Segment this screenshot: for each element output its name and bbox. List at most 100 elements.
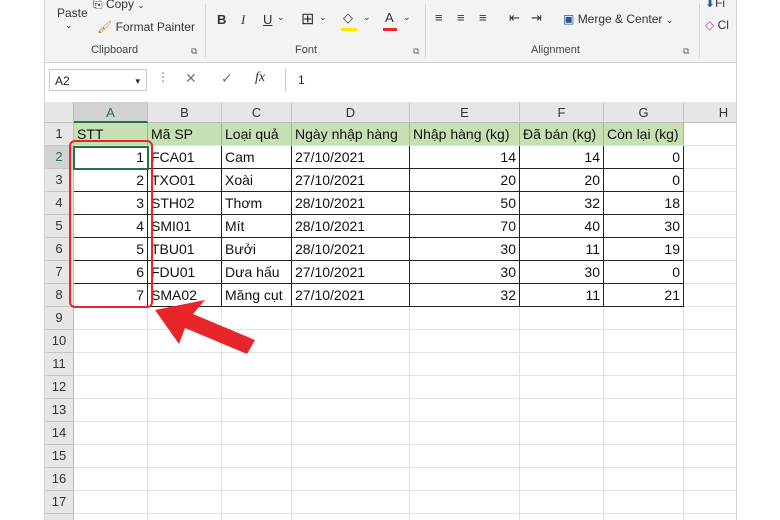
empty-cell[interactable]	[684, 261, 736, 284]
italic-button[interactable]: I	[241, 12, 245, 28]
empty-cell[interactable]	[684, 238, 736, 261]
empty-cell[interactable]	[604, 468, 684, 491]
empty-cell[interactable]	[148, 445, 222, 468]
empty-cell[interactable]	[292, 468, 410, 491]
empty-cell[interactable]	[148, 399, 222, 422]
font-color-dropdown-icon[interactable]: ⌄	[403, 12, 411, 23]
empty-cell[interactable]	[292, 422, 410, 445]
table-cell[interactable]: 6	[74, 261, 148, 284]
empty-cell[interactable]	[74, 353, 148, 376]
empty-cell[interactable]	[292, 399, 410, 422]
table-cell[interactable]: TBU01	[148, 238, 222, 261]
column-header-g[interactable]: G	[604, 102, 684, 123]
row-header-9[interactable]: 9	[45, 307, 74, 330]
empty-cell[interactable]	[222, 445, 292, 468]
table-cell[interactable]: 27/10/2021	[292, 261, 410, 284]
empty-cell[interactable]	[74, 376, 148, 399]
empty-cell[interactable]	[604, 307, 684, 330]
empty-cell[interactable]	[222, 422, 292, 445]
name-box-dropdown-icon[interactable]: ▾	[135, 70, 140, 92]
empty-cell[interactable]	[292, 376, 410, 399]
table-cell[interactable]: 30	[604, 215, 684, 238]
empty-cell[interactable]	[684, 330, 736, 353]
empty-cell[interactable]	[74, 330, 148, 353]
empty-cell[interactable]	[604, 445, 684, 468]
empty-cell[interactable]	[222, 376, 292, 399]
empty-cell[interactable]	[684, 445, 736, 468]
table-cell[interactable]: 27/10/2021	[292, 284, 410, 307]
empty-cell[interactable]	[684, 146, 736, 169]
row-header-13[interactable]: 13	[45, 399, 74, 422]
empty-cell[interactable]	[604, 514, 684, 520]
table-cell[interactable]: 30	[410, 261, 520, 284]
table-cell[interactable]: FCA01	[148, 146, 222, 169]
empty-cell[interactable]	[410, 399, 520, 422]
borders-dropdown-icon[interactable]: ⌄	[319, 12, 327, 23]
empty-cell[interactable]	[74, 399, 148, 422]
table-cell[interactable]: 2	[74, 169, 148, 192]
empty-cell[interactable]	[222, 491, 292, 514]
row-header-5[interactable]: 5	[45, 215, 74, 238]
fill-color-icon[interactable]: ◇	[343, 10, 353, 26]
empty-cell[interactable]	[148, 468, 222, 491]
empty-cell[interactable]	[520, 307, 604, 330]
empty-cell[interactable]	[684, 468, 736, 491]
empty-cell[interactable]	[74, 514, 148, 520]
empty-cell[interactable]	[410, 353, 520, 376]
row-header-12[interactable]: 12	[45, 376, 74, 399]
row-header-15[interactable]: 15	[45, 445, 74, 468]
empty-cell[interactable]	[520, 422, 604, 445]
empty-cell[interactable]	[222, 399, 292, 422]
empty-cell[interactable]	[684, 399, 736, 422]
empty-cell[interactable]	[684, 284, 736, 307]
table-cell[interactable]: 28/10/2021	[292, 192, 410, 215]
table-cell[interactable]: 21	[604, 284, 684, 307]
table-header-cell[interactable]: Ngày nhập hàng	[292, 123, 410, 146]
empty-cell[interactable]	[292, 330, 410, 353]
table-cell[interactable]: 18	[604, 192, 684, 215]
align-left-icon[interactable]: ≡	[435, 10, 443, 25]
table-cell[interactable]: 0	[604, 261, 684, 284]
empty-cell[interactable]	[74, 307, 148, 330]
empty-cell[interactable]	[520, 514, 604, 520]
empty-cell[interactable]	[520, 491, 604, 514]
empty-cell[interactable]	[148, 491, 222, 514]
table-cell[interactable]: 14	[410, 146, 520, 169]
column-header-c[interactable]: C	[222, 102, 292, 123]
empty-cell[interactable]	[684, 376, 736, 399]
table-cell[interactable]: 1	[74, 146, 148, 169]
decrease-indent-icon[interactable]: ⇤	[509, 10, 520, 26]
cancel-icon[interactable]: ✕	[185, 70, 197, 87]
increase-indent-icon[interactable]: ⇥	[531, 10, 542, 26]
align-center-icon[interactable]: ≡	[457, 10, 465, 25]
table-cell[interactable]: 14	[520, 146, 604, 169]
table-header-cell[interactable]: Nhập hàng (kg)	[410, 123, 520, 146]
paste-button[interactable]: Paste	[57, 6, 88, 20]
table-cell[interactable]: 32	[410, 284, 520, 307]
select-all-button[interactable]	[45, 102, 74, 123]
table-header-cell[interactable]: STT	[74, 123, 148, 146]
row-header-4[interactable]: 4	[45, 192, 74, 215]
empty-cell[interactable]	[410, 514, 520, 520]
table-cell[interactable]: 28/10/2021	[292, 238, 410, 261]
clear-button[interactable]: ◇ Cl	[705, 18, 729, 32]
copy-button[interactable]: ⎘ Copy ⌄	[93, 0, 145, 12]
empty-cell[interactable]	[520, 330, 604, 353]
row-header-3[interactable]: 3	[45, 169, 74, 192]
row-header-1[interactable]: 1	[45, 123, 74, 146]
empty-cell[interactable]	[684, 123, 736, 146]
underline-button[interactable]: U	[263, 12, 272, 27]
table-cell[interactable]: 5	[74, 238, 148, 261]
empty-cell[interactable]	[222, 468, 292, 491]
empty-cell[interactable]	[684, 215, 736, 238]
fill-color-dropdown-icon[interactable]: ⌄	[363, 12, 371, 23]
table-cell[interactable]: Mít	[222, 215, 292, 238]
empty-cell[interactable]	[684, 192, 736, 215]
empty-cell[interactable]	[410, 307, 520, 330]
row-header-18[interactable]: 18	[45, 514, 74, 520]
column-header-e[interactable]: E	[410, 102, 520, 123]
table-cell[interactable]: Xoài	[222, 169, 292, 192]
font-color-icon[interactable]: A	[385, 10, 394, 25]
empty-cell[interactable]	[410, 422, 520, 445]
empty-cell[interactable]	[148, 514, 222, 520]
